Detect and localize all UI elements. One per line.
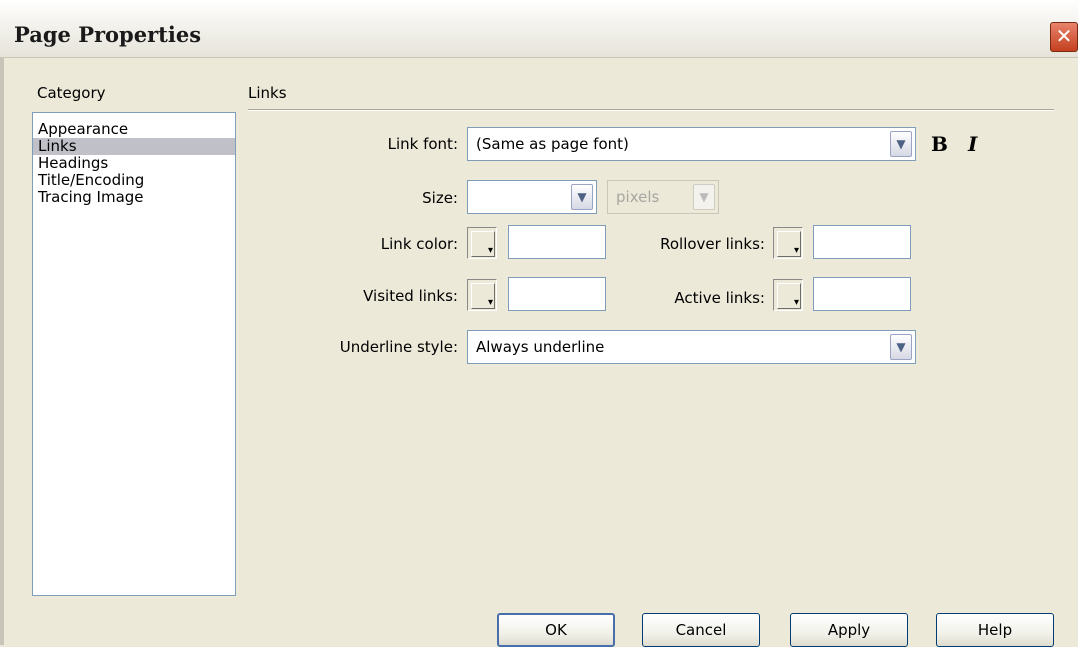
category-item-tracing-image[interactable]: Tracing Image xyxy=(33,189,235,206)
visited-color-swatch-icon[interactable]: ▾ xyxy=(467,279,497,311)
link-color-input[interactable] xyxy=(508,225,606,259)
chevron-down-icon: ▼ xyxy=(693,184,715,210)
size-unit-value: pixels xyxy=(616,188,660,206)
link-color-swatch-icon[interactable]: ▾ xyxy=(467,227,497,259)
rollover-links-label: Rollover links: xyxy=(660,235,765,253)
chevron-down-icon[interactable]: ▼ xyxy=(890,334,912,360)
underline-style-label: Underline style: xyxy=(339,338,458,356)
rollover-color-swatch-icon[interactable]: ▾ xyxy=(773,227,803,259)
section-title: Links xyxy=(248,84,287,102)
link-font-value: (Same as page font) xyxy=(476,135,629,153)
category-label: Category xyxy=(37,84,106,102)
underline-style-select[interactable]: Always underline ▼ xyxy=(467,330,916,364)
bold-button[interactable]: B xyxy=(931,130,948,158)
active-links-label: Active links: xyxy=(674,289,765,307)
chevron-down-icon[interactable]: ▼ xyxy=(571,184,593,210)
link-font-select[interactable]: (Same as page font) ▼ xyxy=(467,127,916,161)
link-font-label: Link font: xyxy=(387,135,458,153)
size-label: Size: xyxy=(422,189,458,207)
help-button[interactable]: Help xyxy=(936,613,1054,647)
size-unit-select: pixels ▼ xyxy=(607,180,719,214)
category-item-links[interactable]: Links xyxy=(33,138,235,155)
swatch-arrow-icon: ▾ xyxy=(487,245,493,256)
category-item-title-encoding[interactable]: Title/Encoding xyxy=(33,172,235,189)
size-select[interactable]: ▼ xyxy=(467,180,597,214)
swatch-arrow-icon: ▾ xyxy=(487,297,493,308)
active-color-swatch-icon[interactable]: ▾ xyxy=(773,279,803,311)
dialog-title: Page Properties xyxy=(14,22,202,47)
category-item-headings[interactable]: Headings xyxy=(33,155,235,172)
category-item-appearance[interactable]: Appearance xyxy=(33,121,235,138)
active-color-input[interactable] xyxy=(813,277,911,311)
cancel-button[interactable]: Cancel xyxy=(642,613,760,647)
swatch-arrow-icon: ▾ xyxy=(793,245,799,256)
close-icon[interactable]: ✕ xyxy=(1050,22,1078,52)
apply-button[interactable]: Apply xyxy=(790,613,908,647)
link-color-label: Link color: xyxy=(380,235,458,253)
visited-links-label: Visited links: xyxy=(363,287,458,305)
window-border xyxy=(0,58,4,645)
rollover-color-input[interactable] xyxy=(813,225,911,259)
italic-button[interactable]: I xyxy=(968,130,977,158)
visited-color-input[interactable] xyxy=(508,277,606,311)
title-bar: Page Properties ✕ xyxy=(0,0,1078,58)
swatch-arrow-icon: ▾ xyxy=(793,297,799,308)
chevron-down-icon[interactable]: ▼ xyxy=(890,131,912,157)
section-divider xyxy=(248,109,1054,111)
ok-button[interactable]: OK xyxy=(497,613,615,647)
category-list[interactable]: Appearance Links Headings Title/Encoding… xyxy=(32,112,236,596)
underline-style-value: Always underline xyxy=(476,338,605,356)
